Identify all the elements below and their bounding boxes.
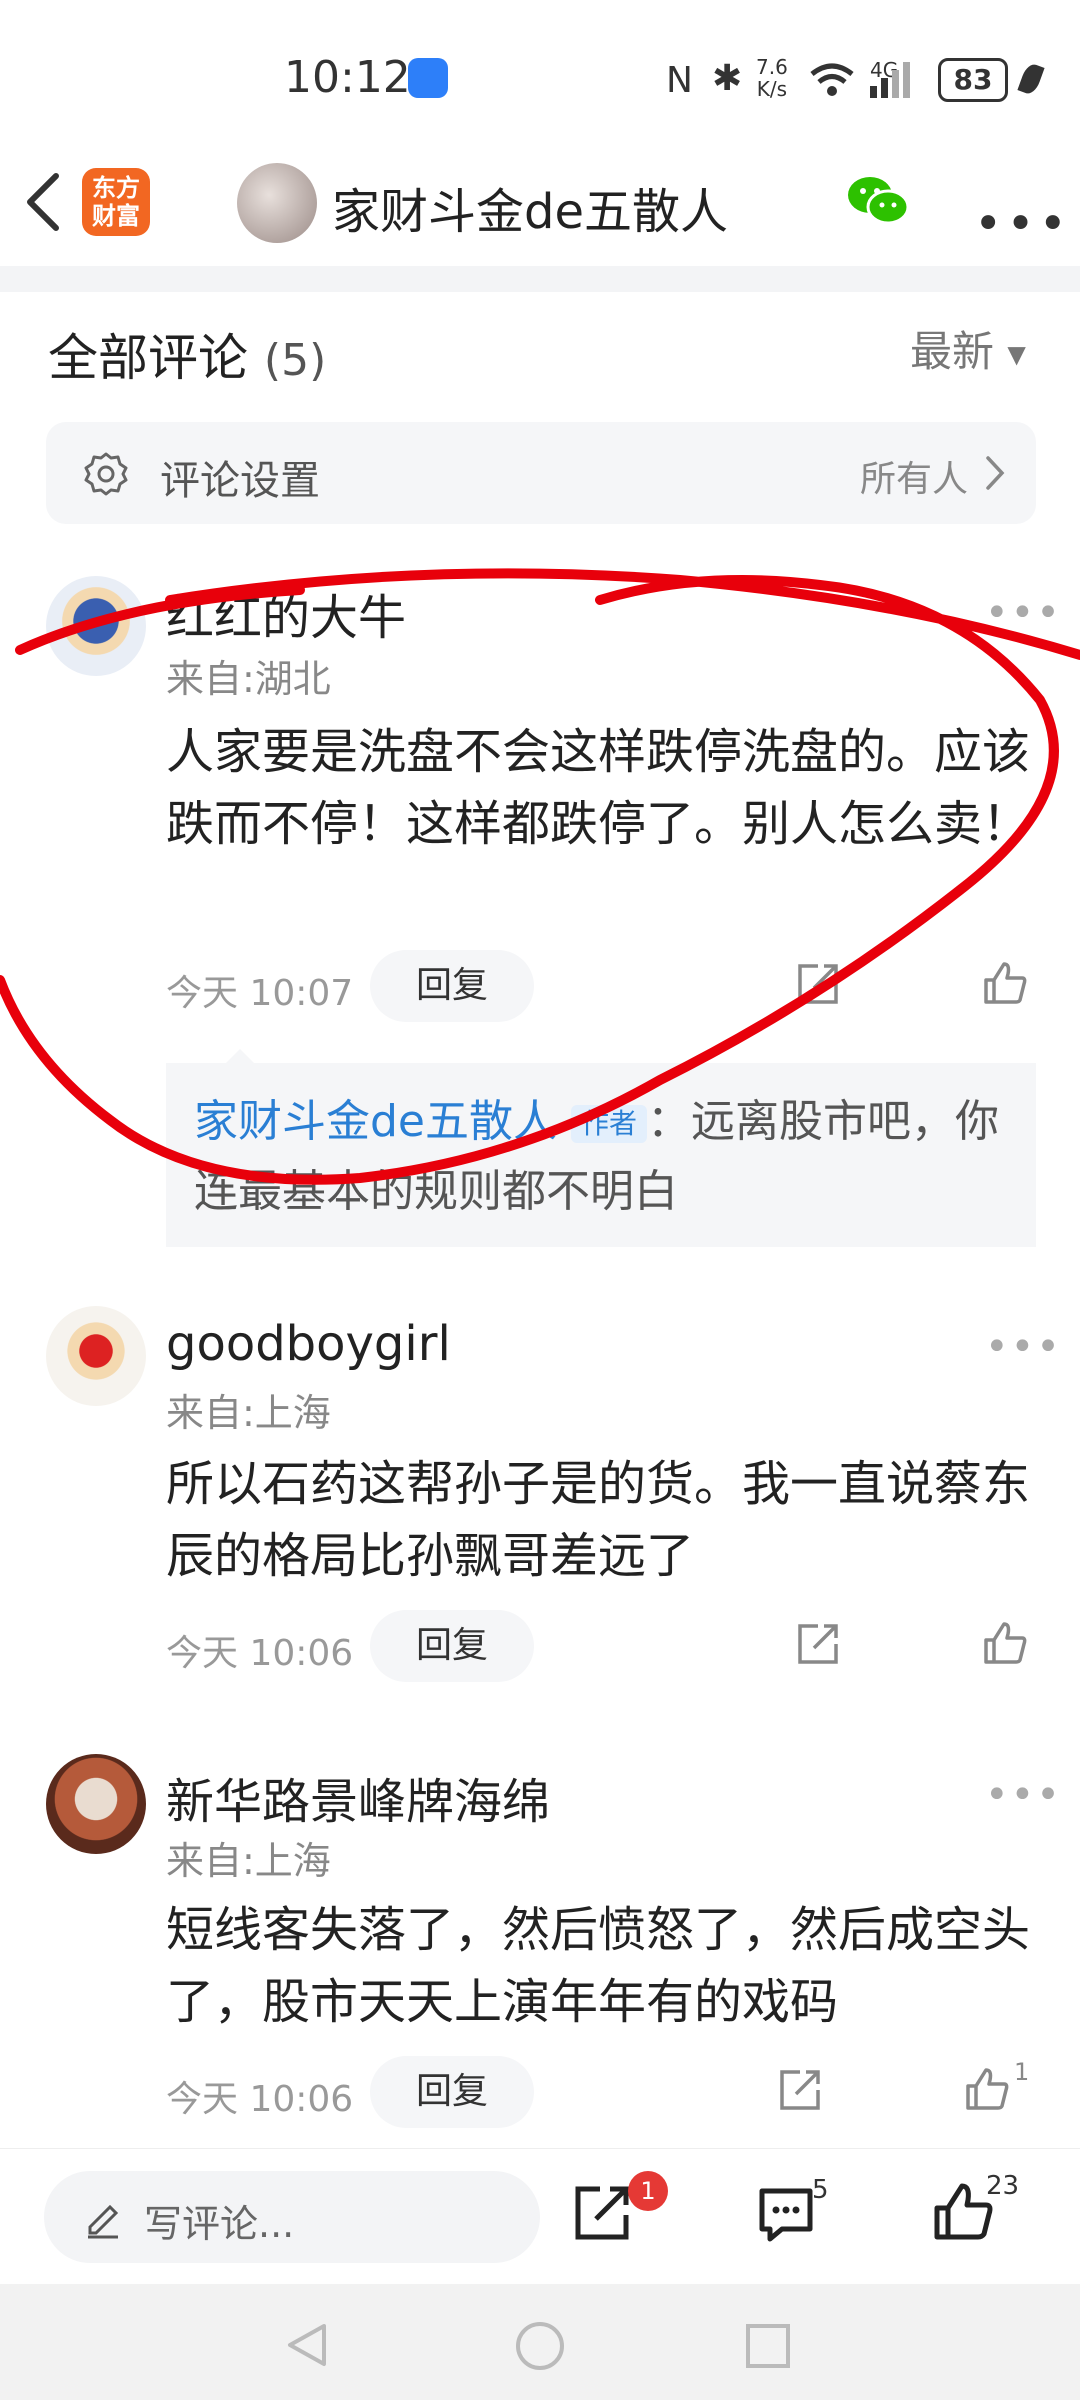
header-divider [0,266,1080,292]
settings-label: 评论设置 [160,458,320,504]
nfc-icon: N [666,60,693,101]
leaf-icon [1017,61,1045,97]
comment-location: 来自:上海 [166,1839,331,1883]
system-nav-bar [0,2284,1080,2400]
comment-time: 今天 10:06 [166,2079,354,2120]
comment-icon[interactable] [756,2187,816,2243]
chevron-right-icon [986,456,1005,490]
comment-avatar[interactable] [46,1306,146,1406]
comments-title: 全部评论 (5) [48,318,326,390]
settings-value: 所有人 [859,459,968,500]
wifi-icon [810,63,854,96]
bottom-action-bar: 写评论... 1 5 23 [0,2148,1080,2285]
logo-line1: 东方 [92,174,140,202]
pencil-icon [88,2204,119,2239]
red-annotation-circle [0,568,1080,1185]
like-icon[interactable] [982,1620,1028,1666]
more-menu-icon[interactable]: ••• [974,196,1071,252]
comment-time: 今天 10:06 [166,1633,354,1674]
write-comment-input[interactable]: 写评论... [44,2171,540,2263]
like-total: 23 [986,2171,1020,2201]
comment-text: 短线客失落了，然后愤怒了，然后成空头了，股市天天上演年年有的戏码 [166,1902,1031,2030]
share-icon[interactable] [572,2183,632,2243]
comment-count: 5 [812,2175,829,2205]
sort-label: 最新 [910,327,995,376]
write-comment-placeholder: 写评论... [144,2202,295,2246]
battery-icon: 83 [938,58,1008,102]
net-speed: 7.6 K/s [756,56,788,100]
comment-avatar[interactable] [46,1754,146,1854]
comment-text: 所以石药这帮孙子是的货。我一直说蔡东辰的格局比孙飘哥差远了 [166,1456,1031,1584]
like-count: 1 [1014,2058,1030,2086]
logo-line2: 财富 [92,202,140,230]
share-icon[interactable] [778,2068,822,2112]
comment-settings-row[interactable]: 评论设置 所有人 [46,422,1036,524]
nav-back-icon[interactable] [282,2320,332,2370]
nav-recents-icon[interactable] [744,2322,792,2370]
net-speed-unit: K/s [756,77,788,101]
comments-title-text: 全部评论 [48,329,248,387]
comment-more-icon[interactable]: ••• [985,1324,1062,1370]
reply-button[interactable]: 回复 [370,1610,534,1682]
app-logo: 东方 财富 [82,168,150,236]
app-notification-icon [408,58,448,98]
author-avatar[interactable] [237,163,317,243]
comment-more-icon[interactable]: ••• [985,1772,1062,1818]
back-icon[interactable] [22,172,66,232]
caret-down-icon: ▼ [1007,340,1026,369]
comments-count: (5) [263,335,327,386]
like-icon[interactable] [932,2181,994,2243]
gear-icon [84,452,128,496]
sort-dropdown[interactable]: 最新 ▼ [910,318,1026,379]
comment-username[interactable]: 新华路景峰牌海绵 [166,1762,550,1832]
reply-button[interactable]: 回复 [370,2056,534,2128]
signal-icon [870,62,910,98]
status-time: 10:12 [284,52,411,103]
status-bar: 10:12 N ✱ 7.6 K/s 4G 83 [0,0,1080,150]
share-badge: 1 [628,2171,668,2211]
bluetooth-icon: ✱ [712,58,743,99]
net-speed-value: 7.6 [756,55,788,79]
share-icon[interactable] [796,1622,840,1666]
comment-location: 来自:上海 [166,1391,331,1435]
comment-username[interactable]: goodboygirl [166,1316,451,1372]
like-icon[interactable] [964,2066,1010,2112]
wechat-icon[interactable] [846,173,910,229]
page-title: 家财斗金de五散人 [332,184,729,240]
nav-home-icon[interactable] [514,2320,566,2372]
